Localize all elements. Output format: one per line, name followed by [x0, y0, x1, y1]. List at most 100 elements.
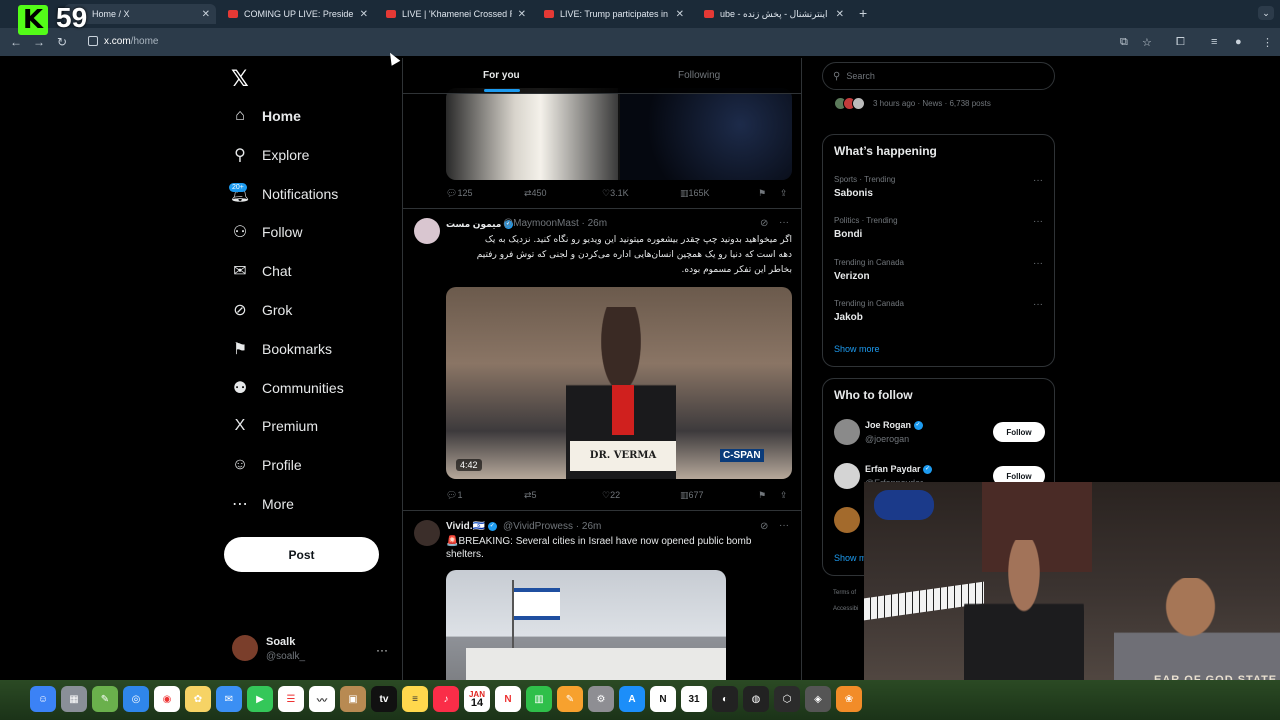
pages-icon[interactable]: ✎ [557, 686, 583, 712]
reply-button[interactable]: 💬︎ 125 [446, 188, 472, 199]
news-item[interactable]: 3 hours ago · News · 6,738 posts [834, 97, 991, 110]
repost-button[interactable]: ⇄ 5 [524, 490, 537, 501]
tab-for-you[interactable]: For you [483, 70, 520, 81]
close-icon[interactable]: ✕ [202, 9, 210, 20]
site-info-icon[interactable] [88, 36, 98, 46]
nav-bookmarks[interactable]: ⚑ Bookmarks [230, 336, 332, 362]
media-icon[interactable]: ≡ [1211, 36, 1217, 48]
notes-icon[interactable]: ≡ [402, 686, 428, 712]
star-icon[interactable]: ☆ [1142, 36, 1152, 49]
more-icon[interactable]: ··· [779, 520, 789, 531]
facetime-icon[interactable]: ▶ [247, 686, 273, 712]
nav-grok[interactable]: ⊘ Grok [230, 297, 292, 323]
nav-explore[interactable]: ⚲ Explore [230, 142, 309, 168]
views-button[interactable]: ▥ 165K [680, 188, 710, 199]
forward-icon[interactable]: → [33, 35, 45, 49]
news-icon[interactable]: N [495, 686, 521, 712]
chrome-icon[interactable]: ◉ [154, 686, 180, 712]
account-name[interactable]: Soalk [266, 636, 295, 648]
address-bar[interactable]: x.com/home [104, 36, 158, 47]
close-icon[interactable]: ✕ [836, 9, 844, 20]
notion-icon[interactable]: N [650, 686, 676, 712]
share-icon[interactable]: ⇪ [780, 490, 788, 501]
post-button[interactable]: Post [224, 537, 379, 572]
freeform-icon[interactable]: 〰 [309, 686, 335, 712]
app-icon[interactable]: ◍ [743, 686, 769, 712]
close-icon[interactable]: ✕ [676, 9, 684, 20]
post-image[interactable] [446, 570, 726, 680]
app-icon[interactable]: ◈ [805, 686, 831, 712]
back-icon[interactable]: ← [10, 35, 22, 49]
app-icon[interactable]: ⬡ [774, 686, 800, 712]
more-icon[interactable]: ··· [1033, 175, 1043, 186]
launchpad-icon[interactable]: ▦ [61, 686, 87, 712]
like-button[interactable]: ♡ 3.1K [602, 188, 629, 199]
more-icon[interactable]: ··· [376, 643, 388, 657]
reload-icon[interactable]: ↻ [57, 35, 67, 49]
finder-icon[interactable]: ☺ [30, 686, 56, 712]
trend-name[interactable]: Jakob [834, 312, 863, 323]
avatar[interactable] [834, 507, 860, 533]
bookmark-icon[interactable]: ⚑ [758, 490, 766, 501]
footer-link[interactable]: Accessibi [833, 606, 858, 612]
account-name[interactable]: Erfan Paydar ✓ [865, 464, 933, 475]
search-input[interactable]: ⚲ Search [822, 62, 1055, 90]
numbers-icon[interactable]: ▥ [526, 686, 552, 712]
nav-more[interactable]: ⋯ More [230, 491, 294, 517]
profile-icon[interactable]: ● [1235, 36, 1242, 48]
trend-name[interactable]: Sabonis [834, 188, 873, 199]
more-icon[interactable]: ··· [1033, 258, 1043, 269]
nav-follow[interactable]: ⚇ Follow [230, 219, 303, 245]
show-more-link[interactable]: Show m [834, 553, 867, 563]
grok-icon[interactable]: ⊘ [760, 521, 768, 532]
repost-button[interactable]: ⇄ 450 [524, 188, 547, 199]
tab-iran-international[interactable]: ube - ایران اینترنشنال - پخش زنده ✕ [698, 4, 850, 24]
new-tab-icon[interactable]: + [859, 5, 867, 21]
account-name[interactable]: Joe Rogan ✓ [865, 420, 923, 431]
avatar[interactable] [232, 635, 258, 661]
avatar[interactable] [834, 463, 860, 489]
video-player[interactable]: DR. VERMA C-SPAN 4:42 [446, 287, 792, 479]
more-icon[interactable]: ··· [1033, 299, 1043, 310]
footer-link[interactable]: Terms of [833, 590, 856, 596]
chevron-down-icon[interactable]: ⌄ [1258, 6, 1274, 20]
trend-name[interactable]: Verizon [834, 271, 870, 282]
tab-coming-up-live[interactable]: COMING UP LIVE: President ✕ [222, 4, 374, 24]
nav-communities[interactable]: ⚉ Communities [230, 375, 344, 401]
reply-button[interactable]: 💬︎ 1 [446, 490, 462, 501]
app-icon[interactable]: ▣ [340, 686, 366, 712]
like-button[interactable]: ♡ 22 [602, 490, 620, 501]
show-more-link[interactable]: Show more [834, 344, 880, 354]
post-image[interactable] [446, 88, 792, 180]
nav-premium[interactable]: X Premium [230, 413, 318, 439]
avatar[interactable] [414, 218, 440, 244]
app-icon[interactable]: ◐ [712, 686, 738, 712]
more-icon[interactable]: ··· [1033, 216, 1043, 227]
calendar-app-icon[interactable]: 31 [681, 686, 707, 712]
tab-khamenei-live[interactable]: LIVE | 'Khamenei Crossed Re ✕ [380, 4, 532, 24]
mail-icon[interactable]: ✉ [216, 686, 242, 712]
app-store-icon[interactable]: A [619, 686, 645, 712]
close-icon[interactable]: ✕ [518, 9, 526, 20]
extensions-icon[interactable]: ⧠ [1176, 36, 1185, 49]
nav-chat[interactable]: ✉ Chat [230, 258, 291, 284]
more-icon[interactable]: ··· [779, 217, 789, 228]
apple-tv-icon[interactable]: tv [371, 686, 397, 712]
music-icon[interactable]: ♪ [433, 686, 459, 712]
x-logo-icon[interactable]: 𝕏 [231, 66, 249, 92]
trend-name[interactable]: Bondi [834, 229, 862, 240]
app-icon[interactable]: ✎ [92, 686, 118, 712]
follow-button[interactable]: Follow [993, 422, 1045, 442]
settings-icon[interactable]: ⚙ [588, 686, 614, 712]
nav-home[interactable]: ⌂ Home [230, 103, 301, 129]
views-button[interactable]: ▥ 677 [680, 490, 704, 501]
tab-following[interactable]: Following [678, 70, 720, 81]
grok-icon[interactable]: ⊘ [760, 218, 768, 229]
tab-trump-live[interactable]: LIVE: Trump participates in a ✕ [538, 4, 690, 24]
nav-profile[interactable]: ☺ Profile [230, 452, 302, 478]
close-icon[interactable]: ✕ [360, 9, 368, 20]
safari-icon[interactable]: ◎ [123, 686, 149, 712]
photos-icon[interactable]: ✿ [185, 686, 211, 712]
fl-studio-icon[interactable]: ❀ [836, 686, 862, 712]
avatar[interactable] [834, 419, 860, 445]
